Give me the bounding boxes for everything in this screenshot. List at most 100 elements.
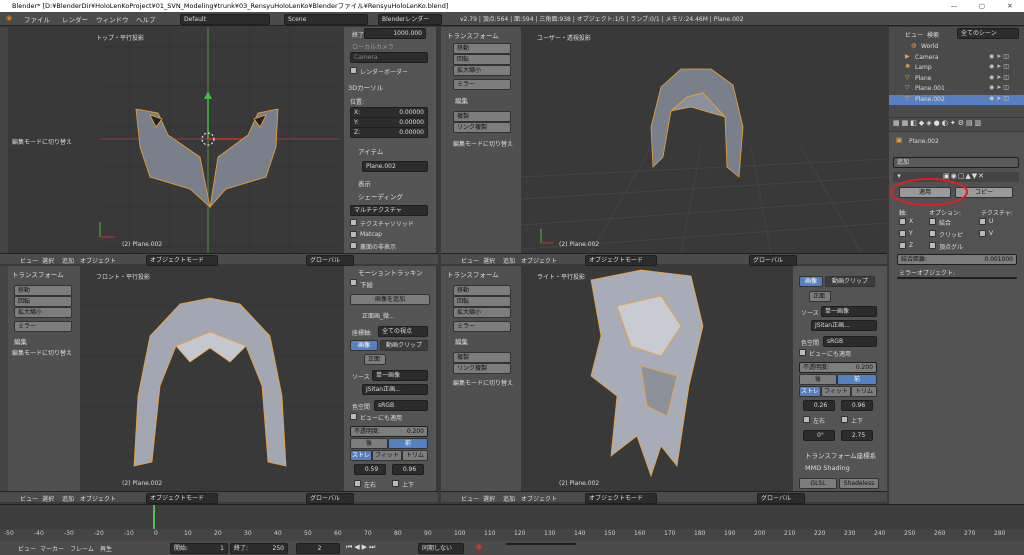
menu-file[interactable]: ファイル (24, 14, 50, 24)
transform-orientations-header[interactable]: トランスフォーム座標系 (805, 450, 876, 460)
visibility-icons[interactable]: ◉➤◫ (989, 84, 1011, 91)
axis-z-checkbox[interactable] (899, 242, 906, 249)
axis-select[interactable]: 全ての視点 (378, 326, 428, 337)
movie-clip-tab[interactable]: 動画クリップ (825, 276, 875, 287)
playback-controls-icons[interactable]: ⏮◀▶⏭ (346, 543, 406, 552)
display-header[interactable]: 表示 (358, 178, 371, 188)
merge-checkbox[interactable] (929, 218, 936, 225)
bg-image-name[interactable]: 正面画_微... (362, 311, 395, 320)
orientation-select[interactable]: グローバル (749, 255, 797, 266)
matcap-checkbox[interactable] (350, 231, 357, 238)
outliner-item[interactable]: ✺ Lamp ◉➤◫ (889, 63, 1024, 73)
mode-select[interactable]: オブジェクトモード (146, 493, 218, 504)
visibility-icons[interactable]: ◉➤◫ (989, 74, 1011, 81)
clipping-checkbox[interactable] (929, 230, 936, 237)
properties-context-icons[interactable]: ▦▦◧◆◈●◐✦⚙▤▥ (893, 119, 1013, 128)
v-checkbox[interactable] (979, 230, 986, 237)
cursor-3d-header[interactable]: 3Dカーソル (348, 82, 383, 92)
menu-help[interactable]: ヘルプ (136, 14, 156, 24)
offset-y-field[interactable]: 0.96 (392, 464, 424, 475)
outliner-view-menu[interactable]: ビュー (905, 30, 923, 39)
vp-view-menu[interactable]: ビュー (20, 256, 38, 265)
clip-end-field[interactable]: 1000.000 (364, 28, 426, 39)
offset-x-field[interactable]: 0.26 (803, 400, 835, 411)
crop-button[interactable]: トリム (851, 386, 877, 397)
shadeless-button[interactable]: Shadeless (839, 478, 879, 489)
outliner-display-select[interactable]: 全てのシーン (957, 28, 1019, 39)
view-also-checkbox[interactable] (350, 413, 357, 420)
vp-add-menu[interactable]: 追加 (62, 494, 74, 503)
menu-window[interactable]: ウィンドウ (96, 14, 129, 24)
image-tab[interactable]: 画像 (350, 340, 378, 351)
viewport-bottom-right[interactable]: トランスフォーム 移動 回転 拡大縮小 ミラー 編集 複製 リンク複製 編集モー… (441, 266, 887, 491)
shading-mode-select[interactable]: マルチテクスチャ (350, 205, 428, 216)
item-header[interactable]: アイテム (358, 146, 383, 156)
vp-object-menu[interactable]: オブジェクト (521, 256, 557, 265)
flip-y-checkbox[interactable] (392, 480, 399, 487)
timeline[interactable]: -50 -40 -30 -20 -10 0 10 20 30 40 50 60 70 80 90 100 110… (0, 504, 1024, 541)
record-icon[interactable]: ● (474, 543, 484, 552)
render-engine-selector[interactable]: Blenderレンダー (378, 14, 442, 25)
flip-y-checkbox[interactable] (841, 416, 848, 423)
opacity-field[interactable]: 不透明度: 0.200 (799, 362, 877, 373)
orientation-select[interactable]: グローバル (306, 255, 354, 266)
view-front-button[interactable]: 正面 (809, 291, 831, 302)
motion-tracking-header[interactable]: モーショントラッキン (358, 267, 423, 277)
vp-view-menu[interactable]: ビュー (461, 256, 479, 265)
vp-select-menu[interactable]: 選択 (483, 256, 495, 265)
current-frame-field[interactable]: 2 (296, 543, 340, 554)
outliner-item[interactable]: ◍ World (889, 42, 1024, 52)
glsl-button[interactable]: GLSL (799, 478, 837, 489)
crop-button[interactable]: トリム (402, 450, 428, 461)
front-button[interactable]: 前 (837, 374, 877, 385)
orientation-select[interactable]: グローバル (757, 493, 805, 504)
background-checkbox[interactable] (350, 279, 357, 286)
cursor-z-field[interactable]: Z: 0.00000 (350, 127, 428, 138)
outliner-item[interactable]: ▶ Camera ◉➤◫ (889, 53, 1024, 63)
vp-object-menu[interactable]: オブジェクト (521, 494, 557, 503)
image-file-field[interactable]: JSitan正画... (811, 320, 877, 331)
vp-select-menu[interactable]: 選択 (42, 494, 54, 503)
close-button[interactable]: ✕ (996, 0, 1024, 12)
offset-x-field[interactable]: 0.59 (354, 464, 386, 475)
visibility-icons[interactable]: ◉➤◫ (989, 53, 1011, 60)
background-header[interactable]: 下絵 (360, 279, 373, 289)
minimize-button[interactable]: — (940, 0, 968, 12)
colorspace-select[interactable]: sRGB (823, 336, 877, 347)
vp-add-menu[interactable]: 追加 (503, 256, 515, 265)
edit-mode-toggle[interactable]: 編集モードに切り替え (12, 137, 72, 146)
texture-solid-checkbox[interactable] (350, 219, 357, 226)
sync-mode-select[interactable]: 同期しない (418, 543, 464, 554)
rotation-field[interactable]: 0° (803, 430, 835, 441)
colorspace-select[interactable]: sRGB (374, 400, 428, 411)
vp-add-menu[interactable]: 追加 (503, 494, 515, 503)
flip-x-checkbox[interactable] (803, 416, 810, 423)
viewport-bottom-left[interactable]: トランスフォーム 移動 回転 拡大縮小 ミラー 編集 編集モードに切り替え フロ… (0, 266, 438, 491)
timeline-playback-menu[interactable]: 再生 (100, 544, 112, 553)
vp-view-menu[interactable]: ビュー (461, 494, 479, 503)
fit-button[interactable]: フィット (372, 450, 402, 461)
source-select[interactable]: 単一画像 (821, 306, 877, 317)
u-checkbox[interactable] (979, 218, 986, 225)
current-frame-line[interactable] (153, 505, 155, 529)
blender-icon[interactable]: ◉ (4, 14, 14, 23)
item-name-field[interactable]: Plane.002 (362, 161, 428, 172)
viewport-top-right[interactable]: トランスフォーム 移動 回転 拡大縮小 ミラー 編集 複製 リンク複製 編集モー… (441, 27, 887, 253)
fit-button[interactable]: フィット (821, 386, 851, 397)
source-select[interactable]: 単一画像 (372, 370, 428, 381)
movie-clip-tab[interactable]: 動画クリップ (380, 340, 428, 351)
add-image-button[interactable]: 画像を追加 (350, 294, 430, 305)
start-frame-field[interactable]: 開始: 1 (170, 543, 228, 554)
visibility-icons[interactable]: ◉➤◫ (989, 63, 1011, 70)
timeline-frame-menu[interactable]: フレーム (70, 544, 94, 553)
opacity-field[interactable]: 不透明度: 0.200 (350, 426, 428, 437)
end-frame-field[interactable]: 終了: 250 (230, 543, 288, 554)
maximize-button[interactable]: ▢ (968, 0, 996, 12)
mode-select[interactable]: オブジェクトモード (146, 255, 218, 266)
mirror-object-field[interactable] (897, 277, 1017, 279)
vp-view-menu[interactable]: ビュー (20, 494, 38, 503)
image-tab[interactable]: 画像 (799, 276, 823, 287)
menu-render[interactable]: レンダー (62, 14, 88, 24)
outliner-item[interactable]: ▽ Plane.001 ◉➤◫ (889, 84, 1024, 94)
layout-selector[interactable]: Default (180, 14, 270, 25)
